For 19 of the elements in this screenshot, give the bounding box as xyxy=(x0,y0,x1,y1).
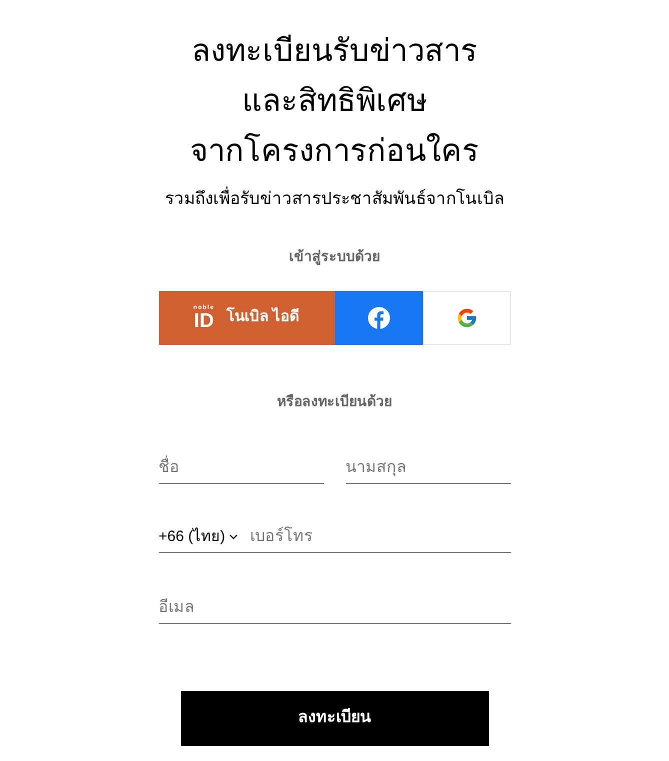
facebook-icon xyxy=(366,306,390,330)
login-label: เข้าสู่ระบบด้วย xyxy=(289,246,380,266)
button-label: โนเบิล ไอดี xyxy=(226,306,300,328)
logo-text: ID xyxy=(194,310,214,330)
first-name-field[interactable]: ชื่อ xyxy=(158,454,324,484)
last-name-field[interactable]: นามสกุล xyxy=(346,454,510,484)
heading-line: จากโครงการก่อนใคร xyxy=(190,132,479,170)
google-icon xyxy=(456,306,478,328)
register-button[interactable]: ลงทะเบียน xyxy=(180,690,488,746)
chevron-down-icon xyxy=(229,534,238,540)
facebook-button[interactable] xyxy=(334,290,422,344)
register-label: หรือลงทะเบียนด้วย xyxy=(277,392,392,410)
heading-line: และสิทธิพิเศษ xyxy=(242,82,427,120)
subtitle: รวมถึงเพื่อรับข่าวสารประชาสัมพันธ์จากโนเบิล xyxy=(165,186,504,212)
phone-field[interactable]: เบอร์โทร xyxy=(250,525,510,549)
google-button[interactable] xyxy=(422,290,510,344)
heading-line: ลงทะเบียนรับข่าวสาร xyxy=(192,32,478,70)
email-field[interactable]: อีเมล xyxy=(158,594,510,624)
country-code-dropdown[interactable]: +66 (ไทย) xyxy=(158,526,250,548)
